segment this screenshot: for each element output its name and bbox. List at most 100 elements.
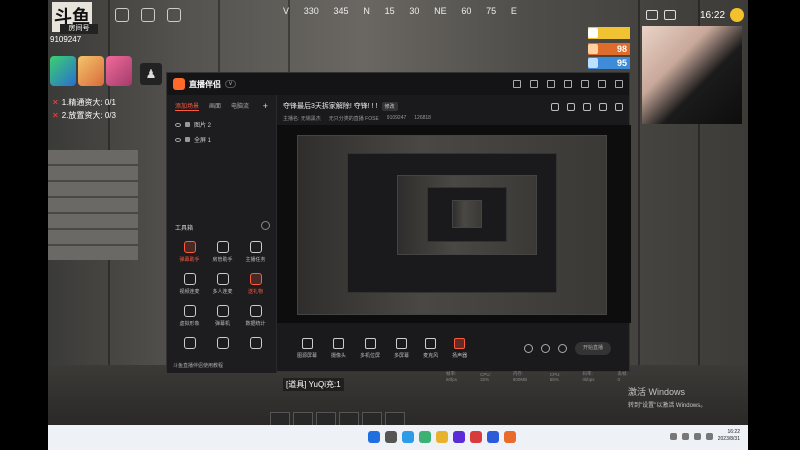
- book-icon[interactable]: [167, 8, 181, 22]
- compass-bar: V 330 345 N 15 30 NE 60 75 E: [283, 6, 517, 16]
- tool-label: 弹幕助手: [179, 257, 200, 263]
- tool-item[interactable]: 视频连麦: [173, 273, 206, 295]
- add-scene-button[interactable]: +: [263, 101, 268, 111]
- link-icon[interactable]: [615, 103, 623, 111]
- hotbar-slot[interactable]: [293, 412, 313, 426]
- skin-icon[interactable]: [513, 80, 521, 88]
- system-tray: 16:22 2023/8/31: [669, 429, 740, 443]
- avatar[interactable]: [78, 56, 104, 86]
- close-icon: ✕: [52, 98, 59, 107]
- douyu-icon[interactable]: [504, 431, 516, 443]
- tool-label: 多人连麦: [212, 289, 233, 295]
- eye-icon[interactable]: [175, 137, 181, 142]
- status-icons: [646, 10, 676, 20]
- start-live-button[interactable]: 开始直播: [575, 341, 611, 355]
- camera-button[interactable]: 摄像头: [331, 337, 346, 359]
- version-badge[interactable]: v: [225, 80, 236, 88]
- tool-item[interactable]: 数据统计: [239, 305, 272, 327]
- tool-label: 虚拟形象: [179, 321, 200, 327]
- avatar[interactable]: [50, 56, 76, 86]
- multi-screen-button[interactable]: 多屏幕: [394, 337, 409, 359]
- lock-icon[interactable]: [185, 122, 190, 127]
- window-icon: [396, 337, 408, 349]
- tool-icon: [249, 241, 262, 253]
- hotbar-slot[interactable]: [270, 412, 290, 426]
- tutorial-link[interactable]: 斗鱼直播伴侣使用教程: [173, 362, 223, 369]
- microphone-button[interactable]: 麦克风: [423, 337, 438, 359]
- avatar[interactable]: [106, 56, 132, 86]
- gift-icon[interactable]: [115, 8, 129, 22]
- tool-icon: [183, 241, 196, 253]
- tool-item[interactable]: 主播任务: [239, 241, 272, 263]
- tool-icon: [249, 337, 262, 349]
- lock-icon[interactable]: [185, 137, 190, 142]
- eye-icon[interactable]: [175, 122, 181, 127]
- search-icon[interactable]: [141, 8, 155, 22]
- minimize-icon[interactable]: [581, 80, 589, 88]
- speaker-button[interactable]: 扬声器: [452, 337, 467, 359]
- multi-camera-button[interactable]: 多机位屏: [360, 337, 380, 359]
- tool-item[interactable]: 房管助手: [206, 241, 239, 263]
- stream-title: 夺锋最后3天拆家解除! 夺锋! ! !: [283, 103, 378, 110]
- steam-icon[interactable]: [487, 431, 499, 443]
- chevron-up-icon[interactable]: [669, 432, 677, 440]
- tool-item[interactable]: 多人连麦: [206, 273, 239, 295]
- folder-icon[interactable]: [436, 431, 448, 443]
- notify-icon[interactable]: [599, 103, 607, 111]
- message-icon[interactable]: [530, 80, 538, 88]
- tool-icon: [216, 305, 229, 317]
- wood-plank: [638, 0, 640, 425]
- start-icon[interactable]: [368, 431, 380, 443]
- tab-add-scene[interactable]: 添加场景: [175, 101, 200, 111]
- tool-item[interactable]: 弹幕助手: [173, 241, 206, 263]
- close-icon[interactable]: [615, 80, 623, 88]
- hotbar-slot[interactable]: [385, 412, 405, 426]
- gear-icon[interactable]: [558, 343, 567, 353]
- speaker-icon: [454, 337, 466, 349]
- tab-screen[interactable]: 画面: [209, 101, 221, 111]
- search-icon[interactable]: [385, 431, 397, 443]
- taskbar-clock[interactable]: 16:22 2023/8/31: [718, 429, 740, 443]
- network-icon[interactable]: [681, 432, 689, 440]
- tool-item[interactable]: 弹幕机: [206, 305, 239, 327]
- settings-icon[interactable]: [547, 80, 555, 88]
- toolbox-grid: 弹幕助手 房管助手 主播任务视频连麦 多人连麦 送礼物虚拟形象 弹幕机 数据统计: [173, 241, 272, 352]
- video-icon[interactable]: [524, 343, 533, 353]
- tool-label: 房管助手: [212, 257, 233, 263]
- bottom-extra: 开始直播: [524, 341, 611, 355]
- task-view-icon[interactable]: [402, 431, 414, 443]
- main-panel: 夺锋最后3天拆家解除! 夺锋! ! ! 修改 主播名: 无锡黑杰 无只分类的直播…: [277, 95, 631, 373]
- window-controls: [513, 80, 623, 88]
- player-icon[interactable]: ♟: [140, 63, 162, 85]
- qq-icon[interactable]: [470, 431, 482, 443]
- edit-title-button[interactable]: 修改: [381, 101, 398, 111]
- tool-item[interactable]: 虚拟形象: [173, 305, 206, 327]
- record-icon[interactable]: [551, 103, 559, 111]
- language-icon[interactable]: [705, 432, 713, 440]
- tool-item[interactable]: 送礼物: [239, 273, 272, 295]
- wifi-icon: [646, 10, 658, 20]
- scene-item[interactable]: 图片 2: [167, 117, 276, 132]
- tool-item[interactable]: [173, 337, 206, 352]
- hotbar-slot[interactable]: [316, 412, 336, 426]
- maximize-icon[interactable]: [598, 80, 606, 88]
- hotbar-slot[interactable]: [339, 412, 359, 426]
- room-id: 9109247: [50, 35, 82, 44]
- menu-icon[interactable]: [564, 80, 572, 88]
- record-circle-icon[interactable]: [541, 343, 550, 353]
- scene-item[interactable]: 全屏 1: [167, 132, 276, 147]
- screen-source-button[interactable]: 图源屏幕: [297, 337, 317, 359]
- app-icon[interactable]: [453, 431, 465, 443]
- tool-icon: [183, 273, 196, 285]
- browser-icon[interactable]: [419, 431, 431, 443]
- main-toolbar: [551, 103, 623, 111]
- left-panel: 添加场景 画面 电脑流 + 图片 2 全屏 1 工具箱 弹幕助手 房管助手 主播任务…: [167, 95, 277, 373]
- screenshot-icon[interactable]: [583, 103, 591, 111]
- tab-pc-stream[interactable]: 电脑流: [231, 101, 249, 111]
- tool-item[interactable]: [239, 337, 272, 352]
- volume-icon[interactable]: [693, 432, 701, 440]
- hotbar-slot[interactable]: [362, 412, 382, 426]
- tool-item[interactable]: [206, 337, 239, 352]
- collapse-icon[interactable]: [261, 221, 270, 230]
- share-icon[interactable]: [567, 103, 575, 111]
